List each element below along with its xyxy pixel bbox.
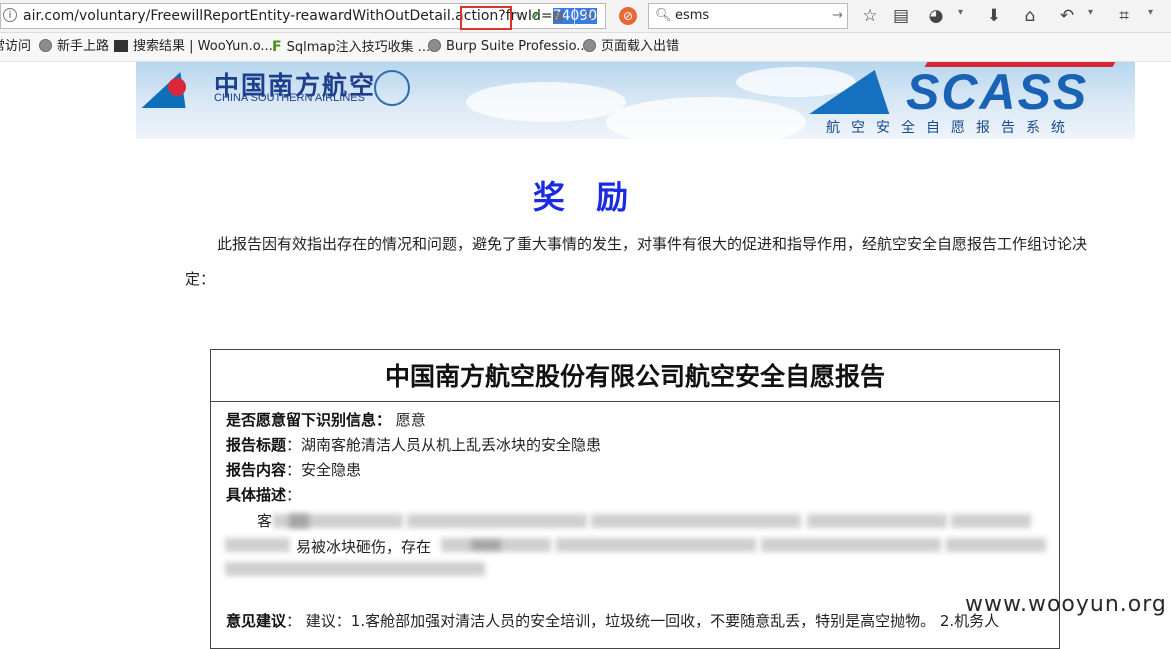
redacted-text bbox=[407, 514, 587, 528]
identity-value: 愿意 bbox=[395, 411, 426, 429]
highlight-box bbox=[460, 6, 512, 30]
report-box: 中国南方航空股份有限公司航空安全自愿报告 是否愿意留下识别信息： 愿意 报告标题… bbox=[210, 349, 1060, 649]
content-label: 报告内容 bbox=[226, 461, 287, 479]
wooyun-icon bbox=[114, 40, 128, 52]
stop-icon[interactable]: ⊘ bbox=[619, 7, 637, 25]
cloud-decoration bbox=[606, 97, 806, 139]
redacted-text bbox=[225, 562, 485, 576]
globe-icon bbox=[39, 39, 52, 52]
report-title: 中国南方航空股份有限公司航空安全自愿报告 bbox=[211, 350, 1059, 402]
reader-icon[interactable]: ▤ bbox=[891, 6, 911, 26]
url-bar[interactable]: i air.com/voluntary/FreewillReportEntity… bbox=[0, 3, 606, 29]
site-banner: 中国南方航空 CHINA SOUTHERN AIRLINES SCASS 航空安… bbox=[136, 62, 1135, 139]
search-input[interactable]: esms bbox=[675, 4, 709, 28]
content-value: ：安全隐患 bbox=[286, 461, 362, 479]
bookmark-burp[interactable]: Burp Suite Professio... bbox=[428, 33, 589, 61]
skyteam-icon bbox=[374, 70, 410, 106]
identity-label: 是否愿意留下识别信息： bbox=[226, 411, 392, 429]
dropdown-arrow-icon[interactable]: ▽ bbox=[511, 9, 527, 25]
shield-icon[interactable]: ✔ bbox=[528, 9, 544, 25]
watermark: www.wooyun.org bbox=[965, 592, 1167, 617]
chevron-down-icon[interactable]: ▾ bbox=[1148, 7, 1153, 18]
home-icon[interactable]: ⌂ bbox=[1020, 6, 1040, 26]
info-icon[interactable]: i bbox=[3, 8, 17, 22]
qr-icon[interactable]: ▦ bbox=[550, 9, 566, 25]
browser-toolbar: i air.com/voluntary/FreewillReportEntity… bbox=[0, 0, 1171, 33]
crop-icon[interactable]: ⌗ bbox=[1114, 6, 1134, 26]
star-icon[interactable]: ☆ bbox=[860, 6, 880, 26]
identity-row: 是否愿意留下识别信息： 愿意 bbox=[226, 409, 426, 430]
feed-icon: F bbox=[272, 39, 282, 55]
chevron-down-icon[interactable]: ▾ bbox=[1088, 7, 1093, 18]
subject-value: ：湖南客舱清洁人员从机上乱丢冰块的安全隐患 bbox=[286, 436, 602, 454]
redacted-text bbox=[471, 540, 501, 550]
suggestion-value: ： 建议：1.客舱部加强对清洁人员的安全培训，垃圾统一回收，不要随意乱丢，特别是… bbox=[286, 612, 1000, 630]
redacted-text bbox=[761, 538, 941, 552]
subject-label: 报告标题 bbox=[226, 436, 287, 454]
system-logo: SCASS bbox=[906, 64, 1089, 120]
cloud-decoration bbox=[466, 82, 626, 122]
content-row: 报告内容：安全隐患 bbox=[226, 459, 361, 480]
description-label: 具体描述 bbox=[226, 486, 287, 504]
intro-paragraph: 此报告因有效指出存在的情况和问题，避免了重大事情的发生，对事件有很大的促进和指导… bbox=[185, 235, 1088, 288]
bookmark-getting-started[interactable]: 新手上路 bbox=[39, 33, 109, 61]
subject-row: 报告标题：湖南客舱清洁人员从机上乱丢冰块的安全隐患 bbox=[226, 434, 601, 455]
suggestion-row: 意见建议： 建议：1.客舱部加强对清洁人员的安全培训，垃圾统一回收，不要随意乱丢… bbox=[226, 610, 999, 631]
suggestion-label: 意见建议 bbox=[226, 612, 287, 630]
search-go-icon[interactable]: → bbox=[832, 4, 843, 28]
palette-icon[interactable]: ◕ bbox=[926, 6, 946, 26]
bookmark-wooyun-search[interactable]: 搜索结果 | WooYun.o... bbox=[114, 33, 273, 61]
redacted-text bbox=[556, 538, 756, 552]
reload-icon[interactable]: ↻ bbox=[582, 9, 598, 25]
bookmarks-bar: 常访问 新手上路 搜索结果 | WooYun.o... FSqlmap注入技巧收… bbox=[0, 33, 1171, 62]
download-icon[interactable]: ⬇ bbox=[984, 6, 1004, 26]
redacted-text bbox=[807, 514, 947, 528]
redacted-text bbox=[951, 514, 1031, 528]
divider bbox=[574, 8, 575, 26]
redacted-text bbox=[289, 514, 309, 528]
redacted-text bbox=[591, 514, 801, 528]
redacted-text bbox=[225, 538, 290, 552]
globe-icon bbox=[583, 39, 596, 52]
kapok-flower-icon bbox=[168, 78, 186, 96]
search-bar[interactable]: 🔍︎ esms → bbox=[648, 3, 848, 29]
bookmark-sqlmap[interactable]: F Sqlmap注入技巧收集 ... bbox=[272, 33, 430, 61]
back-icon[interactable]: ↶ bbox=[1057, 6, 1077, 26]
page-title: 奖 励 bbox=[532, 178, 639, 216]
description-text-1: 客 bbox=[257, 512, 273, 530]
description-row: 具体描述： bbox=[226, 486, 302, 504]
bookmark-load-error[interactable]: 页面载入出错 bbox=[583, 33, 679, 61]
airline-name-en: CHINA SOUTHERN AIRLINES bbox=[214, 92, 365, 104]
redacted-text bbox=[946, 538, 1046, 552]
search-icon: 🔍︎ bbox=[655, 8, 672, 23]
chevron-down-icon[interactable]: ▾ bbox=[958, 7, 963, 18]
system-name: 航空安全自愿报告系统 bbox=[826, 120, 1076, 136]
globe-icon bbox=[428, 39, 441, 52]
description-text-2: 易被冰块砸伤，存在 bbox=[296, 538, 432, 556]
bookmark-most-visited[interactable]: 常访问 bbox=[0, 33, 31, 61]
